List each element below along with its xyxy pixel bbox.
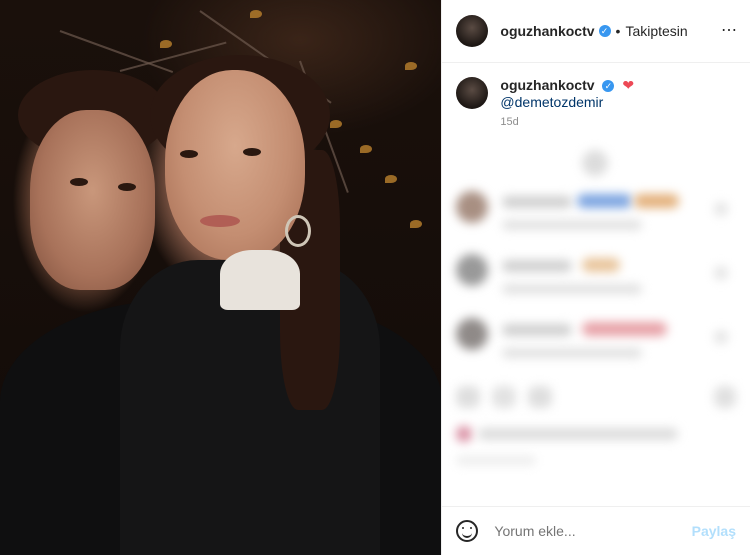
post-date: [456, 456, 537, 465]
username-link[interactable]: oguzhankoctv: [500, 23, 594, 39]
bookmark-icon[interactable]: [714, 386, 737, 408]
branch: [59, 30, 174, 73]
post-sidebar: oguzhankoctv ✓ • Takiptesin ⋯ oguzhankoc…: [441, 0, 750, 555]
collar: [220, 250, 300, 310]
share-icon[interactable]: [528, 386, 553, 408]
caption: oguzhankoctv ✓ ❤ @demetozdemir: [442, 63, 750, 110]
face: [30, 110, 155, 290]
leaf: [385, 175, 397, 183]
comment-line: [582, 258, 621, 272]
leaf: [250, 10, 262, 18]
comment-avatar[interactable]: [456, 191, 489, 223]
comment-line: [634, 194, 680, 208]
separator: •: [615, 23, 621, 39]
heart-icon: ❤: [622, 77, 635, 93]
comment-icon[interactable]: [492, 386, 517, 408]
eye: [180, 150, 198, 158]
comment-meta: [502, 348, 643, 358]
emoji-icon[interactable]: [456, 520, 479, 542]
post-header: oguzhankoctv ✓ • Takiptesin ⋯: [442, 0, 750, 63]
comment-bar: Paylaş: [442, 506, 750, 555]
more-options-icon[interactable]: ⋯: [721, 20, 738, 40]
face: [165, 70, 305, 260]
eye: [243, 148, 261, 156]
loading-spinner-icon: [582, 150, 609, 176]
avatar[interactable]: [456, 77, 489, 109]
caption-text: oguzhankoctv ✓ ❤ @demetozdemir: [500, 77, 736, 110]
leaf: [410, 220, 422, 228]
avatar[interactable]: [456, 15, 489, 47]
leaf: [330, 120, 342, 128]
comment-like-icon[interactable]: [714, 202, 729, 216]
comment-meta: [502, 220, 643, 230]
earring: [285, 215, 311, 247]
leaf: [360, 145, 372, 153]
comment-line: [502, 260, 573, 272]
post-photo[interactable]: [0, 0, 442, 555]
comment-like-icon[interactable]: [714, 330, 729, 344]
comment-avatar[interactable]: [456, 318, 489, 350]
eye: [70, 178, 88, 186]
verified-badge-icon: ✓: [602, 80, 615, 93]
likes-line: [478, 428, 679, 440]
comment-line: [502, 324, 573, 336]
mouth: [200, 215, 240, 227]
comment-line: [577, 194, 633, 208]
comment-input[interactable]: [492, 522, 692, 540]
post-time: 15d: [500, 116, 519, 128]
liked-by-avatar: [456, 426, 473, 442]
eye: [118, 183, 136, 191]
follow-status-button[interactable]: Takiptesin: [625, 23, 687, 39]
comment-avatar[interactable]: [456, 254, 489, 286]
mention-link[interactable]: @demetozdemir: [500, 94, 603, 110]
share-button[interactable]: Paylaş: [692, 523, 736, 539]
leaf: [160, 40, 172, 48]
comment-line: [582, 322, 668, 336]
post-container: oguzhankoctv ✓ • Takiptesin ⋯ oguzhankoc…: [0, 0, 750, 555]
comments-area: [442, 128, 750, 506]
caption-username-link[interactable]: oguzhankoctv: [500, 77, 594, 93]
leaf: [405, 62, 417, 70]
comment-meta: [502, 284, 643, 294]
comment-line: [502, 196, 573, 208]
comment-like-icon[interactable]: [714, 266, 729, 280]
verified-badge-icon: ✓: [598, 25, 611, 37]
like-icon[interactable]: [456, 386, 481, 408]
